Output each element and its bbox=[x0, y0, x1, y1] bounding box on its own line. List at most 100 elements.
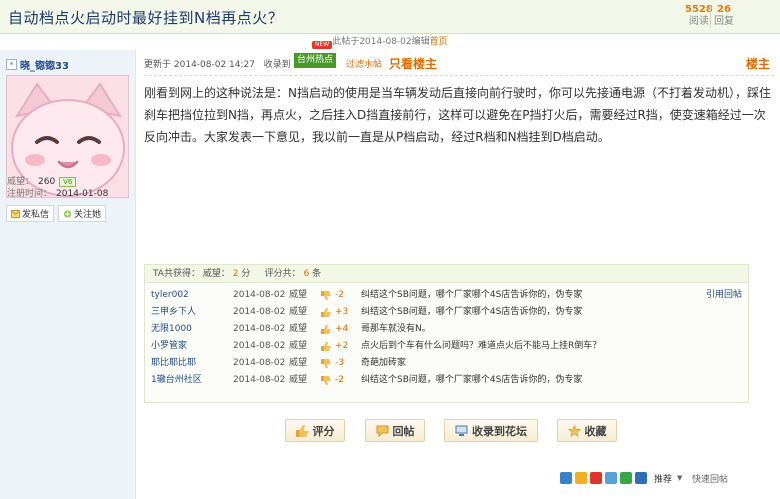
rating-row: tyler002 2014-08-02 威望 -2 纠结这个SB问题，哪个厂家哪… bbox=[145, 287, 748, 304]
rating-type: 威望 bbox=[289, 375, 308, 385]
collect-to-garden-button[interactable]: 收录到花坛 bbox=[444, 419, 538, 442]
author-regdate-row: 注册时间： 2014-01-08 bbox=[7, 188, 108, 200]
share-bar: 推荐 ▼ bbox=[560, 470, 682, 486]
updated-label: 更新于 bbox=[144, 60, 172, 70]
ratings-box: TA共获得： 威望： 2 分 评分共： 6 条 tyler002 2014-08… bbox=[144, 264, 749, 403]
filter-water-link[interactable]: 过滤水帖 bbox=[346, 57, 382, 70]
rating-user[interactable]: 无限1000 bbox=[151, 321, 192, 338]
rate-label: 评分 bbox=[312, 424, 335, 438]
ratings-prestige-label: 威望： bbox=[202, 269, 230, 279]
rating-type: 威望 bbox=[289, 290, 308, 300]
favorite-label: 收藏 bbox=[584, 424, 607, 438]
offline-status-icon bbox=[6, 58, 17, 70]
rating-date: 2014-08-02 bbox=[233, 307, 286, 317]
quick-reply-link[interactable]: 快速回帖 bbox=[692, 472, 728, 485]
replies-count: 26 bbox=[717, 4, 731, 15]
plus-icon bbox=[63, 209, 72, 218]
ratings-count-label: 评分共： bbox=[264, 269, 301, 279]
rating-comment: 纠结这个SB问题，哪个厂家哪个4S店告诉你的，伪专家 bbox=[361, 375, 583, 385]
follow-button[interactable]: 关注她 bbox=[58, 205, 107, 222]
author-prestige-label: 威望： bbox=[7, 177, 35, 187]
rating-date: 2014-08-02 bbox=[233, 290, 286, 300]
views-label: 阅读 bbox=[688, 16, 709, 27]
chevron-down-icon: ▼ bbox=[677, 474, 683, 482]
rating-date: 2014-08-02 bbox=[233, 358, 286, 368]
monitor-icon bbox=[455, 425, 468, 436]
star-share-icon[interactable] bbox=[575, 472, 587, 484]
level-badge: V6 bbox=[59, 177, 77, 187]
follow-label: 关注她 bbox=[74, 210, 102, 220]
ratings-prestige-total: 2 bbox=[232, 269, 239, 279]
recommend-dropdown[interactable]: 推荐 bbox=[654, 472, 672, 485]
send-message-label: 发私信 bbox=[22, 210, 50, 220]
rating-score: -3 bbox=[335, 358, 344, 368]
rating-comment: 哥那车就没有N。 bbox=[361, 324, 431, 334]
rating-type: 威望 bbox=[289, 324, 308, 334]
rating-comment: 纠结这个SB问题，哪个厂家哪个4S店告诉你的，伪专家 bbox=[361, 290, 583, 300]
floor-label: 楼主 bbox=[745, 57, 770, 71]
post-meta: 更新于 2014-08-02 14:27 收录到 bbox=[144, 57, 291, 70]
hot-topic-tag[interactable]: 台州热点 bbox=[294, 53, 337, 68]
rating-date: 2014-08-02 bbox=[233, 341, 286, 351]
reply-button[interactable]: 回帖 bbox=[365, 419, 425, 442]
username-row: 晓_锪锪33 bbox=[6, 57, 69, 72]
favorite-button[interactable]: 收藏 bbox=[557, 419, 617, 442]
author-username[interactable]: 晓_锪锪33 bbox=[20, 57, 69, 72]
rating-score: +4 bbox=[335, 324, 349, 334]
qzone-share-icon[interactable] bbox=[560, 472, 572, 484]
rating-comment: 奇葩加砖家 bbox=[361, 358, 407, 368]
rating-user[interactable]: 耶比耶比耶 bbox=[151, 355, 196, 372]
renren-share-icon[interactable] bbox=[635, 472, 647, 484]
rating-row: 耶比耶比耶 2014-08-02 威望 -3 奇葩加砖家 bbox=[145, 355, 748, 372]
ratings-count-total: 6 bbox=[303, 269, 310, 279]
last-edit-link[interactable]: 首页 bbox=[430, 37, 448, 47]
thumbs-up-icon bbox=[321, 308, 331, 317]
thumbs-up-icon bbox=[321, 325, 331, 334]
send-message-button[interactable]: 发私信 bbox=[6, 205, 55, 222]
speech-bubble-icon bbox=[376, 425, 388, 437]
rating-score: -2 bbox=[335, 290, 344, 300]
tencent-weibo-share-icon[interactable] bbox=[605, 472, 617, 484]
ratings-list: tyler002 2014-08-02 威望 -2 纠结这个SB问题，哪个厂家哪… bbox=[145, 283, 748, 389]
updated-time: 2014-08-02 14:27 bbox=[173, 60, 255, 70]
rating-user[interactable]: 1辙台州社区 bbox=[151, 372, 202, 389]
rating-score: +3 bbox=[335, 307, 349, 317]
thumbs-down-icon bbox=[321, 359, 331, 368]
views-count: 5528 bbox=[685, 4, 713, 15]
rating-date: 2014-08-02 bbox=[233, 375, 286, 385]
ratings-head-label: TA共获得： bbox=[153, 269, 200, 279]
thread-title-bar: 自动档点火启动时最好挂到N档再点火？ 5528 阅读 26 回复 bbox=[0, 0, 780, 34]
post-content: 刚看到网上的这种说法是：N挡启动的使用是当车辆发动后直接向前行驶时，你可以先接通… bbox=[144, 86, 771, 144]
stat-divider bbox=[710, 6, 711, 28]
rating-row: 三甲乡下人 2014-08-02 威望 +3 纠结这个SB问题，哪个厂家哪个4S… bbox=[145, 304, 748, 321]
rating-row: 无限1000 2014-08-02 威望 +4 哥那车就没有N。 bbox=[145, 321, 748, 338]
only-op-link[interactable]: 只看楼主 bbox=[389, 55, 437, 72]
ratings-summary: TA共获得： 威望： 2 分 评分共： 6 条 bbox=[145, 265, 748, 283]
rating-type: 威望 bbox=[289, 307, 308, 317]
rating-user[interactable]: tyler002 bbox=[151, 287, 189, 304]
rating-user[interactable]: 三甲乡下人 bbox=[151, 304, 196, 321]
reply-label: 回帖 bbox=[392, 424, 415, 438]
rating-user[interactable]: 小罗管家 bbox=[151, 338, 187, 355]
author-regdate-label: 注册时间： bbox=[7, 189, 53, 199]
rating-row: 小罗管家 2014-08-02 威望 +2 点火后到个车有什么问题吗？难道点火后… bbox=[145, 338, 748, 355]
ratings-prestige-unit: 分 bbox=[241, 269, 251, 279]
author-info: 威望： 260 V6 注册时间： 2014-01-08 bbox=[7, 176, 108, 200]
rating-date: 2014-08-02 bbox=[233, 324, 286, 334]
wechat-share-icon[interactable] bbox=[620, 472, 632, 484]
ratings-count-unit: 条 bbox=[312, 269, 322, 279]
author-actions: 发私信 关注她 bbox=[6, 205, 107, 222]
thumbs-down-icon bbox=[321, 291, 331, 300]
star-icon bbox=[567, 424, 581, 437]
weibo-share-icon[interactable] bbox=[590, 472, 602, 484]
rating-type: 威望 bbox=[289, 358, 308, 368]
collected-label: 收录到 bbox=[263, 60, 291, 70]
thread-title: 自动档点火启动时最好挂到N档再点火？ bbox=[8, 9, 284, 27]
rate-button[interactable]: 评分 bbox=[285, 419, 345, 442]
post-header: 更新于 2014-08-02 14:27 收录到 台州热点 NEW 过滤水帖 只… bbox=[144, 41, 774, 76]
quote-reply-link[interactable]: 引用回帖 bbox=[706, 287, 742, 304]
rating-type: 威望 bbox=[289, 341, 308, 351]
rating-row: 1辙台州社区 2014-08-02 威望 -2 纠结这个SB问题，哪个厂家哪个4… bbox=[145, 372, 748, 389]
rating-comment: 点火后到个车有什么问题吗？难道点火后不能马上挂R倒车？ bbox=[361, 341, 602, 351]
thumbs-up-icon bbox=[321, 342, 331, 351]
